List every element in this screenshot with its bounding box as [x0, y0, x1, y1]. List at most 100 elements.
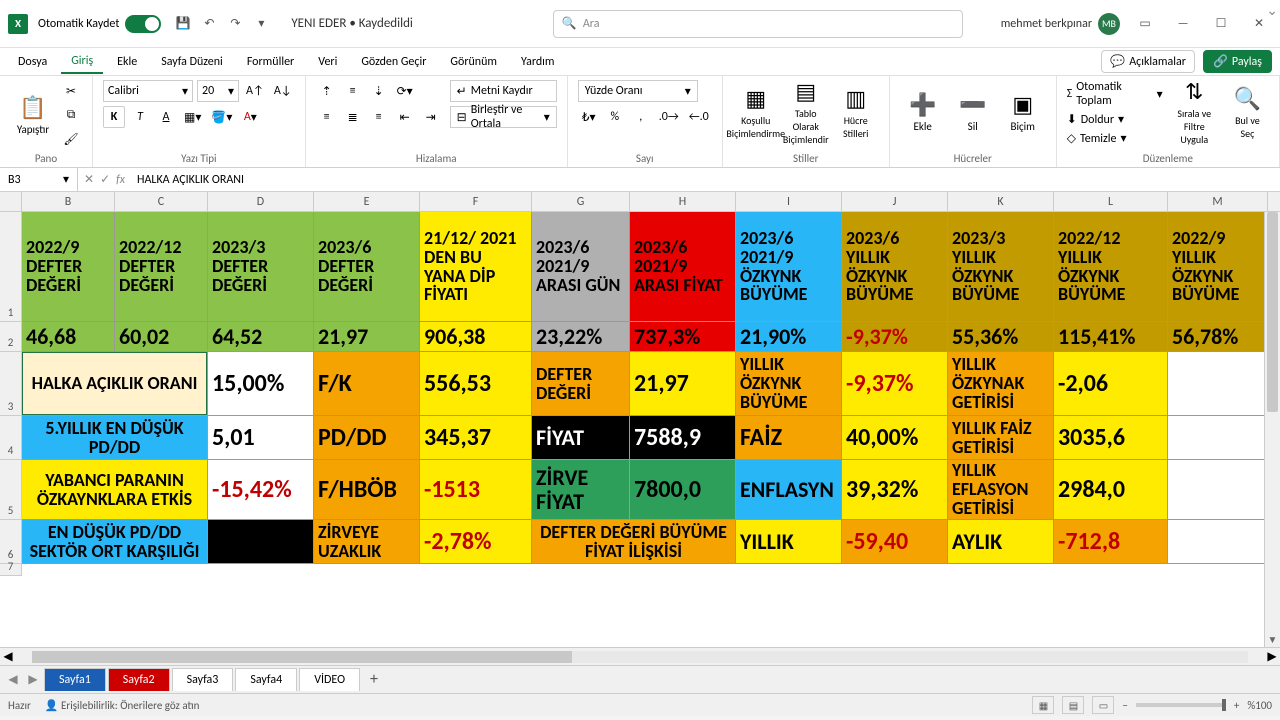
col-header-C[interactable]: C	[115, 192, 208, 211]
font-size-select[interactable]: 20▾	[197, 80, 239, 102]
worksheet[interactable]: BCDEFGHIJKLM 1234567 2022/9 DEFTER DEĞER…	[0, 192, 1280, 647]
cell[interactable]: DEFTER DEĞERİ BÜYÜME FİYAT İLİŞKİSİ	[532, 520, 736, 564]
format-cells-button[interactable]: ▣Biçim	[1000, 80, 1046, 144]
name-box[interactable]: B3▾	[0, 168, 78, 191]
align-right-icon[interactable]: ≡	[368, 106, 390, 128]
cell[interactable]: 2022/12 DEFTER DEĞERİ	[115, 212, 208, 322]
sheet-nav-prev-icon[interactable]: ◀	[4, 672, 22, 687]
sheet-nav-next-icon[interactable]: ▶	[24, 672, 42, 687]
cut-icon[interactable]: ✂	[60, 80, 82, 102]
cell[interactable]: YABANCI PARANIN ÖZKAYNKLARA ETKİS	[22, 460, 208, 520]
tab-formulas[interactable]: Formüller	[237, 51, 304, 73]
file-name[interactable]: YENI EDER • Kaydedildi	[291, 16, 413, 31]
cell[interactable]: DEFTER DEĞERİ	[532, 352, 630, 416]
cell[interactable]: 15,00%	[208, 352, 314, 416]
zoom-level[interactable]: %100	[1247, 699, 1272, 712]
horizontal-scrollbar[interactable]: ◀ ▶	[0, 647, 1280, 665]
row-header-2[interactable]: 2	[0, 322, 22, 352]
col-header-J[interactable]: J	[842, 192, 948, 211]
align-bottom-icon[interactable]: ⇣	[368, 80, 390, 102]
minimize-icon[interactable]: —	[1170, 11, 1196, 37]
font-name-select[interactable]: Calibri▾	[103, 80, 193, 102]
cell[interactable]: 2023/6 YILLIK ÖZKYNK BÜYÜME	[842, 212, 948, 322]
cell[interactable]: -9,37%	[842, 352, 948, 416]
decrease-decimal-icon[interactable]: ←.0	[686, 106, 712, 128]
format-painter-icon[interactable]: 🖌	[60, 128, 82, 150]
row-header-1[interactable]: 1	[0, 212, 22, 322]
zoom-slider[interactable]	[1136, 703, 1226, 707]
cell[interactable]: 345,37	[420, 416, 532, 460]
hscroll-thumb[interactable]	[32, 651, 572, 663]
cell[interactable]: YILLIK ÖZKYNK BÜYÜME	[736, 352, 842, 416]
cell[interactable]: EN DÜŞÜK PD/DD SEKTÖR ORT KARŞILIĞI	[22, 520, 208, 564]
cell[interactable]: ENFLASYN	[736, 460, 842, 520]
cell[interactable]	[1168, 416, 1268, 460]
row-header-7[interactable]: 7	[0, 564, 22, 576]
cell[interactable]: 737,3%	[630, 322, 736, 352]
cell[interactable]: 21,97	[314, 322, 420, 352]
expand-formula-bar-icon[interactable]: ⌄	[1266, 2, 1278, 19]
sheet-tab-4[interactable]: Sayfa4	[235, 668, 297, 691]
cell[interactable]: -15,42%	[208, 460, 314, 520]
cell[interactable]: 2023/3 DEFTER DEĞERİ	[208, 212, 314, 322]
cell[interactable]: 21,97	[630, 352, 736, 416]
cell[interactable]: -712,8	[1054, 520, 1168, 564]
fill-button[interactable]: ⬇ Doldur ▾	[1067, 112, 1163, 127]
align-left-icon[interactable]: ≡	[316, 106, 338, 128]
status-accessibility[interactable]: 👤 Erişilebilirlik: Önerilere göz atın	[45, 699, 200, 712]
italic-button[interactable]: T	[129, 106, 151, 128]
fx-icon[interactable]: fx	[116, 173, 125, 187]
cell[interactable]: F/K	[314, 352, 420, 416]
cell[interactable]: 2023/6 2021/9 ARASI GÜN	[532, 212, 630, 322]
cell-grid[interactable]: 2022/9 DEFTER DEĞERİ2022/12 DEFTER DEĞER…	[22, 212, 1268, 576]
clear-button[interactable]: ◇ Temizle ▾	[1067, 131, 1163, 146]
cell[interactable]: 7800,0	[630, 460, 736, 520]
cell[interactable]: 2023/6 DEFTER DEĞERİ	[314, 212, 420, 322]
select-all-corner[interactable]	[0, 192, 22, 211]
cell[interactable]: AYLIK	[948, 520, 1054, 564]
save-icon[interactable]: 💾	[173, 14, 193, 34]
copy-icon[interactable]: ⧉	[60, 104, 82, 126]
sheet-tab-2[interactable]: Sayfa2	[108, 668, 170, 691]
tab-review[interactable]: Gözden Geçir	[351, 51, 436, 73]
find-select-button[interactable]: 🔍Bul ve Seç	[1226, 80, 1269, 144]
col-header-G[interactable]: G	[532, 192, 630, 211]
orientation-icon[interactable]: ⟳▾	[394, 80, 416, 102]
insert-cells-button[interactable]: ➕Ekle	[900, 80, 946, 144]
row-header-5[interactable]: 5	[0, 460, 22, 520]
cell[interactable]: -2,06	[1054, 352, 1168, 416]
cell[interactable]: YILLIK FAİZ GETİRİSİ	[948, 416, 1054, 460]
col-header-F[interactable]: F	[420, 192, 532, 211]
maximize-icon[interactable]: ☐	[1208, 11, 1234, 37]
bold-button[interactable]: K	[103, 106, 125, 128]
cell[interactable]: 5.YILLIK EN DÜŞÜK PD/DD	[22, 416, 208, 460]
cell[interactable]: ZİRVE FİYAT	[532, 460, 630, 520]
col-header-L[interactable]: L	[1054, 192, 1168, 211]
indent-decrease-icon[interactable]: ⇤	[394, 106, 416, 128]
cell[interactable]: -9,37%	[842, 322, 948, 352]
zoom-out-icon[interactable]: −	[1122, 699, 1127, 712]
tab-page-layout[interactable]: Sayfa Düzeni	[151, 51, 233, 73]
cell[interactable]: YILLIK EFLASYON GETİRİSİ	[948, 460, 1054, 520]
sheet-tab-5[interactable]: VİDEO	[299, 668, 360, 691]
share-button[interactable]: 🔗 Paylaş	[1203, 50, 1272, 73]
col-header-E[interactable]: E	[314, 192, 420, 211]
currency-icon[interactable]: ₺▾	[578, 106, 600, 128]
cell[interactable]: 46,68	[22, 322, 115, 352]
tab-home[interactable]: Giriş	[61, 50, 103, 74]
cell[interactable]: YILLIK	[736, 520, 842, 564]
hscroll-track[interactable]	[32, 651, 1248, 663]
decrease-font-icon[interactable]: A↓	[271, 80, 295, 102]
cell[interactable]: 5,01	[208, 416, 314, 460]
cell[interactable]: 55,36%	[948, 322, 1054, 352]
cell[interactable]: 3035,6	[1054, 416, 1168, 460]
cell[interactable]: -1513	[420, 460, 532, 520]
number-format-select[interactable]: Yüzde Oranı▾	[578, 80, 698, 102]
align-middle-icon[interactable]: ≡	[342, 80, 364, 102]
tab-insert[interactable]: Ekle	[107, 51, 147, 73]
cell[interactable]: FİYAT	[532, 416, 630, 460]
comma-icon[interactable]: ,	[630, 106, 652, 128]
cell[interactable]: 21,90%	[736, 322, 842, 352]
percent-icon[interactable]: %	[604, 106, 626, 128]
cell[interactable]	[1168, 520, 1268, 564]
